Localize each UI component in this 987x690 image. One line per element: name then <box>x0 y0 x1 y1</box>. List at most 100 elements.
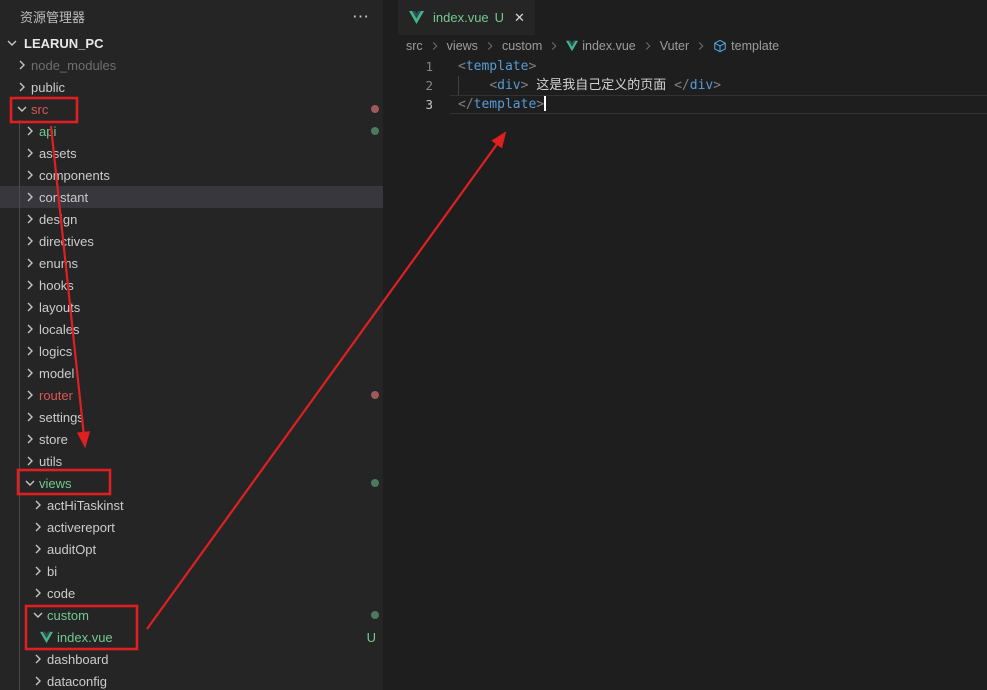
project-root-row[interactable]: LEARUN_PC <box>0 32 383 54</box>
tree-item-store[interactable]: store <box>0 428 383 450</box>
tree-item-auditOpt[interactable]: auditOpt <box>0 538 383 560</box>
code-text: <template> <box>458 57 536 76</box>
tree-item-label: custom <box>47 608 89 623</box>
tree-item-index-vue[interactable]: index.vueU <box>0 626 383 648</box>
tab-label: index.vue <box>433 10 489 25</box>
tree-item-label: views <box>39 476 72 491</box>
tree-item-assets[interactable]: assets <box>0 142 383 164</box>
tree-item-label: activereport <box>47 520 115 535</box>
tree-item-dashboard[interactable]: dashboard <box>0 648 383 670</box>
tree-item-label: enums <box>39 256 78 271</box>
tree-item-locales[interactable]: locales <box>0 318 383 340</box>
breadcrumb-label: index.vue <box>582 39 636 53</box>
tree-item-custom[interactable]: custom <box>0 604 383 626</box>
more-actions-icon[interactable]: ⋯ <box>344 8 377 25</box>
breadcrumb-item-template[interactable]: template <box>713 39 779 53</box>
breadcrumb-label: template <box>731 39 779 53</box>
tree-item-label: directives <box>39 234 94 249</box>
tree-item-label: assets <box>39 146 77 161</box>
breadcrumb-item-src[interactable]: src <box>406 39 423 53</box>
chevron-right-icon <box>30 541 46 557</box>
tree-item-label: logics <box>39 344 72 359</box>
chevron-right-icon <box>22 387 38 403</box>
tree-item-label: src <box>31 102 48 117</box>
tree-item-constant[interactable]: constant <box>0 186 383 208</box>
tree-item-activereport[interactable]: activereport <box>0 516 383 538</box>
chevron-right-icon <box>30 519 46 535</box>
chevron-right-icon <box>22 211 38 227</box>
code-text: </template> <box>458 95 546 114</box>
chevron-right-icon <box>22 409 38 425</box>
project-name: LEARUN_PC <box>24 36 103 51</box>
breadcrumb-item-Vuter[interactable]: Vuter <box>660 39 689 53</box>
tree-item-label: api <box>39 124 56 139</box>
explorer-header: 资源管理器 ⋯ <box>0 0 383 32</box>
breadcrumb-label: views <box>447 39 478 53</box>
code-line-3[interactable]: 3</template> <box>383 95 987 114</box>
tree-item-directives[interactable]: directives <box>0 230 383 252</box>
tree-item-design[interactable]: design <box>0 208 383 230</box>
close-icon[interactable]: ✕ <box>514 10 525 26</box>
chevron-right-icon <box>22 255 38 271</box>
editor-group: index.vue U ✕ src views custom index.vue Vut… <box>383 0 987 690</box>
tree-item-model[interactable]: model <box>0 362 383 384</box>
explorer-title: 资源管理器 <box>20 7 85 26</box>
chevron-right-icon <box>22 277 38 293</box>
tree-item-actHiTaskinst[interactable]: actHiTaskinst <box>0 494 383 516</box>
chevron-right-icon <box>22 233 38 249</box>
tree-item-label: components <box>39 168 110 183</box>
chevron-right-icon <box>30 585 46 601</box>
tree-item-layouts[interactable]: layouts <box>0 296 383 318</box>
indent-guide <box>458 76 459 95</box>
tree-item-router[interactable]: router <box>0 384 383 406</box>
tree-item-enums[interactable]: enums <box>0 252 383 274</box>
git-status-dot <box>371 391 379 399</box>
git-status-dot <box>371 105 379 113</box>
tree-item-logics[interactable]: logics <box>0 340 383 362</box>
vue-file-icon <box>38 629 54 645</box>
chevron-down-icon <box>30 607 46 623</box>
chevron-down-icon <box>14 101 30 117</box>
tab-strip: index.vue U ✕ <box>383 0 987 35</box>
tree-item-node_modules[interactable]: node_modules <box>0 54 383 76</box>
tab-index-vue[interactable]: index.vue U ✕ <box>398 0 535 35</box>
tree-item-views[interactable]: views <box>0 472 383 494</box>
git-status-dot <box>371 611 379 619</box>
breadcrumb-item-views[interactable]: views <box>447 39 478 53</box>
line-number: 1 <box>383 57 433 76</box>
tree-item-utils[interactable]: utils <box>0 450 383 472</box>
tree-item-api[interactable]: api <box>0 120 383 142</box>
breadcrumb: src views custom index.vue Vuter template <box>383 35 987 57</box>
tree-item-label: store <box>39 432 68 447</box>
line-number: 2 <box>383 76 433 95</box>
tree-item-bi[interactable]: bi <box>0 560 383 582</box>
chevron-right-icon <box>14 57 30 73</box>
chevron-down-icon <box>22 475 38 491</box>
git-status-badge: U <box>367 630 376 645</box>
chevron-right-icon <box>547 39 561 53</box>
chevron-right-icon <box>30 497 46 513</box>
vue-file-icon <box>408 10 424 26</box>
code-line-1[interactable]: 1 <template> <box>383 57 987 76</box>
chevron-right-icon <box>641 39 655 53</box>
tree-item-components[interactable]: components <box>0 164 383 186</box>
tree-item-src[interactable]: src <box>0 98 383 120</box>
code-line-2[interactable]: 2 <div> 这是我自己定义的页面 </div> <box>383 76 987 95</box>
tree-item-label: design <box>39 212 77 227</box>
breadcrumb-item-index-vue[interactable]: index.vue <box>566 39 636 53</box>
tree-indent-guide <box>19 120 20 690</box>
chevron-right-icon <box>22 189 38 205</box>
tree-item-dataconfig[interactable]: dataconfig <box>0 670 383 690</box>
tree-item-hooks[interactable]: hooks <box>0 274 383 296</box>
git-status-dot <box>371 127 379 135</box>
breadcrumb-item-custom[interactable]: custom <box>502 39 542 53</box>
tree-item-public[interactable]: public <box>0 76 383 98</box>
chevron-right-icon <box>428 39 442 53</box>
chevron-down-icon <box>4 35 20 51</box>
tree-item-label: dataconfig <box>47 674 107 689</box>
tree-item-code[interactable]: code <box>0 582 383 604</box>
chevron-right-icon <box>22 145 38 161</box>
tree-item-settings[interactable]: settings <box>0 406 383 428</box>
explorer-sidebar: 资源管理器 ⋯ LEARUN_PC node_modulespublic src a… <box>0 0 383 690</box>
code-editor[interactable]: 1 <template>2 <div> 这是我自己定义的页面 </div>3</t… <box>383 57 987 114</box>
